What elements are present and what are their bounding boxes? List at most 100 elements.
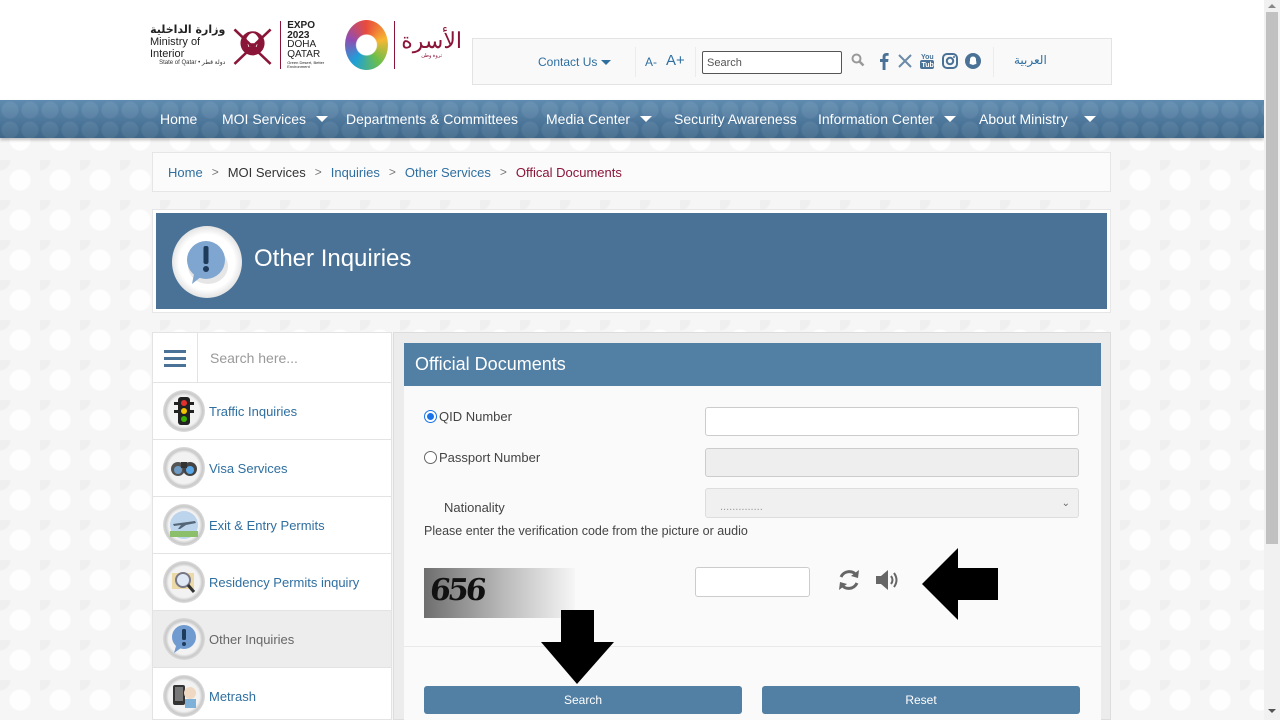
exclamation-bubble-icon [163, 618, 205, 660]
reset-button[interactable]: Reset [762, 686, 1080, 714]
expo-flower-icon [345, 20, 389, 70]
page-title-banner: Other Inquiries [156, 213, 1107, 309]
logo-divider [280, 21, 282, 69]
nav-item-moi-services[interactable]: MOI Services [222, 111, 329, 127]
sidebar-item-exit-entry-permits[interactable]: Exit & Entry Permits [153, 497, 391, 554]
sidebar-header [153, 333, 391, 383]
audio-captcha-icon[interactable] [874, 568, 900, 592]
hamburger-icon [164, 350, 186, 367]
svg-text:Tube: Tube [922, 62, 935, 69]
nationality-selected-value: .............. [720, 501, 763, 513]
search-icon[interactable] [851, 53, 865, 67]
chevron-down-icon: ⌄ [1061, 498, 1070, 509]
main-content-panel: Official Documents QID Number Passport N… [393, 332, 1111, 720]
scroll-down-arrow-icon[interactable] [1268, 709, 1276, 713]
breadcrumb-separator: > [211, 165, 219, 179]
state-of-qatar: State of Qatar • دولة قطر [159, 59, 226, 66]
font-decrease-button[interactable]: A- [645, 55, 657, 69]
sidebar-search-input[interactable] [198, 333, 391, 382]
breadcrumb-separator: > [388, 165, 396, 179]
breadcrumb-other-services[interactable]: Other Services [405, 165, 491, 180]
moi-logo-text: وزارة الداخلية Ministry of Interior Stat… [150, 22, 226, 67]
sidebar-item-label: Other Inquiries [209, 631, 295, 647]
caret-down-icon [316, 116, 329, 122]
ministry-name-arabic: وزارة الداخلية [150, 22, 226, 36]
exclamation-bubble-icon [172, 226, 242, 298]
captcha-input[interactable] [695, 567, 810, 597]
breadcrumb-separator: > [499, 165, 507, 179]
sidebar-item-visa-services[interactable]: Visa Services [153, 440, 391, 497]
divider [993, 47, 994, 77]
nav-label: MOI Services [222, 111, 307, 127]
breadcrumb: Home > MOI Services > Inquiries > Other … [152, 152, 1111, 192]
language-switch-arabic[interactable]: العربية [1014, 53, 1047, 67]
ministry-name-english: Ministry of Interior [150, 35, 201, 60]
breadcrumb-home[interactable]: Home [168, 165, 203, 180]
utility-bar: Contact Us A- A+ YouTube العربية [472, 38, 1112, 85]
sidebar-item-traffic-inquiries[interactable]: Traffic Inquiries [153, 383, 391, 440]
breadcrumb-inquiries[interactable]: Inquiries [331, 165, 380, 180]
sidebar-item-label: Residency Permits inquiry [209, 574, 360, 590]
search-button[interactable]: Search [424, 686, 742, 714]
nav-item-security-awareness[interactable]: Security Awareness [674, 111, 797, 127]
sidebar-item-label: Exit & Entry Permits [209, 517, 325, 533]
qid-number-input[interactable] [705, 407, 1079, 436]
hamburger-menu-button[interactable] [153, 333, 198, 383]
qid-number-radio[interactable] [424, 410, 437, 423]
divider [695, 47, 696, 77]
nav-item-information-center[interactable]: Information Center [818, 111, 956, 127]
nav-item-home[interactable]: Home [160, 111, 197, 127]
qatar-emblem-icon [233, 28, 272, 65]
caret-down-icon [640, 116, 653, 122]
nav-label: About Ministry [979, 111, 1068, 127]
form-divider [404, 646, 1101, 647]
facebook-icon[interactable] [875, 51, 893, 71]
nationality-select[interactable]: .............. ⌄ [705, 488, 1079, 518]
qid-number-radio-option[interactable]: QID Number [424, 409, 512, 424]
breadcrumb-moi-services[interactable]: MOI Services [228, 165, 306, 180]
site-search-input[interactable] [702, 51, 842, 74]
page-title: Other Inquiries [254, 245, 412, 272]
logo-area[interactable]: وزارة الداخلية Ministry of Interior Stat… [150, 14, 462, 76]
x-twitter-icon[interactable] [896, 51, 914, 71]
arrow-down-annotation-icon [541, 610, 614, 684]
nationality-label: Nationality [444, 500, 505, 515]
page-scrollbar[interactable] [1264, 0, 1280, 720]
arrow-left-annotation-icon [922, 548, 998, 620]
breadcrumb-separator: > [314, 165, 322, 179]
passport-number-radio[interactable] [424, 451, 437, 464]
font-increase-button[interactable]: A+ [666, 52, 685, 69]
nav-item-departments-committees[interactable]: Departments & Committees [346, 111, 518, 127]
sidebar-item-label: Traffic Inquiries [209, 403, 298, 419]
nav-item-media-center[interactable]: Media Center [546, 111, 653, 127]
snapchat-icon[interactable] [964, 51, 982, 71]
scroll-up-arrow-icon[interactable] [1268, 4, 1276, 8]
nav-item-about-ministry[interactable]: About Ministry [979, 111, 1096, 127]
refresh-captcha-icon[interactable] [836, 567, 862, 593]
youtube-icon[interactable]: YouTube [918, 51, 936, 71]
captcha-code: 656 [428, 573, 486, 608]
expo-tagline: Green Desert, Better Environment [287, 60, 325, 69]
header: وزارة الداخلية Ministry of Interior Stat… [0, 0, 1264, 100]
sidebar-item-residency-permits[interactable]: Residency Permits inquiry [153, 554, 391, 611]
calligraphy-subtitle: ثروة وطن [421, 53, 442, 59]
instagram-icon[interactable] [941, 51, 959, 71]
caret-down-icon [1083, 116, 1096, 122]
sidebar-item-label: Visa Services [209, 460, 288, 476]
passport-number-input[interactable] [705, 448, 1079, 477]
metrash-phone-icon [163, 675, 205, 717]
nav-label: Departments & Committees [346, 111, 518, 127]
contact-us-dropdown[interactable]: Contact Us [538, 55, 612, 69]
scrollbar-thumb[interactable] [1266, 12, 1278, 544]
airplane-icon [163, 504, 205, 546]
passport-number-radio-option[interactable]: Passport Number [424, 450, 540, 465]
qid-number-label: QID Number [439, 409, 512, 424]
traffic-light-icon [163, 390, 205, 432]
svg-text:You: You [921, 54, 934, 61]
main-navigation: Home MOI Services Departments & Committe… [0, 100, 1264, 138]
sidebar-item-metrash[interactable]: Metrash [153, 668, 391, 720]
family-year-logo: الأسرة ثروة وطن [401, 31, 462, 60]
breadcrumb-current: Offical Documents [515, 164, 622, 180]
divider [635, 47, 636, 77]
sidebar-item-other-inquiries[interactable]: Other Inquiries [153, 611, 391, 668]
